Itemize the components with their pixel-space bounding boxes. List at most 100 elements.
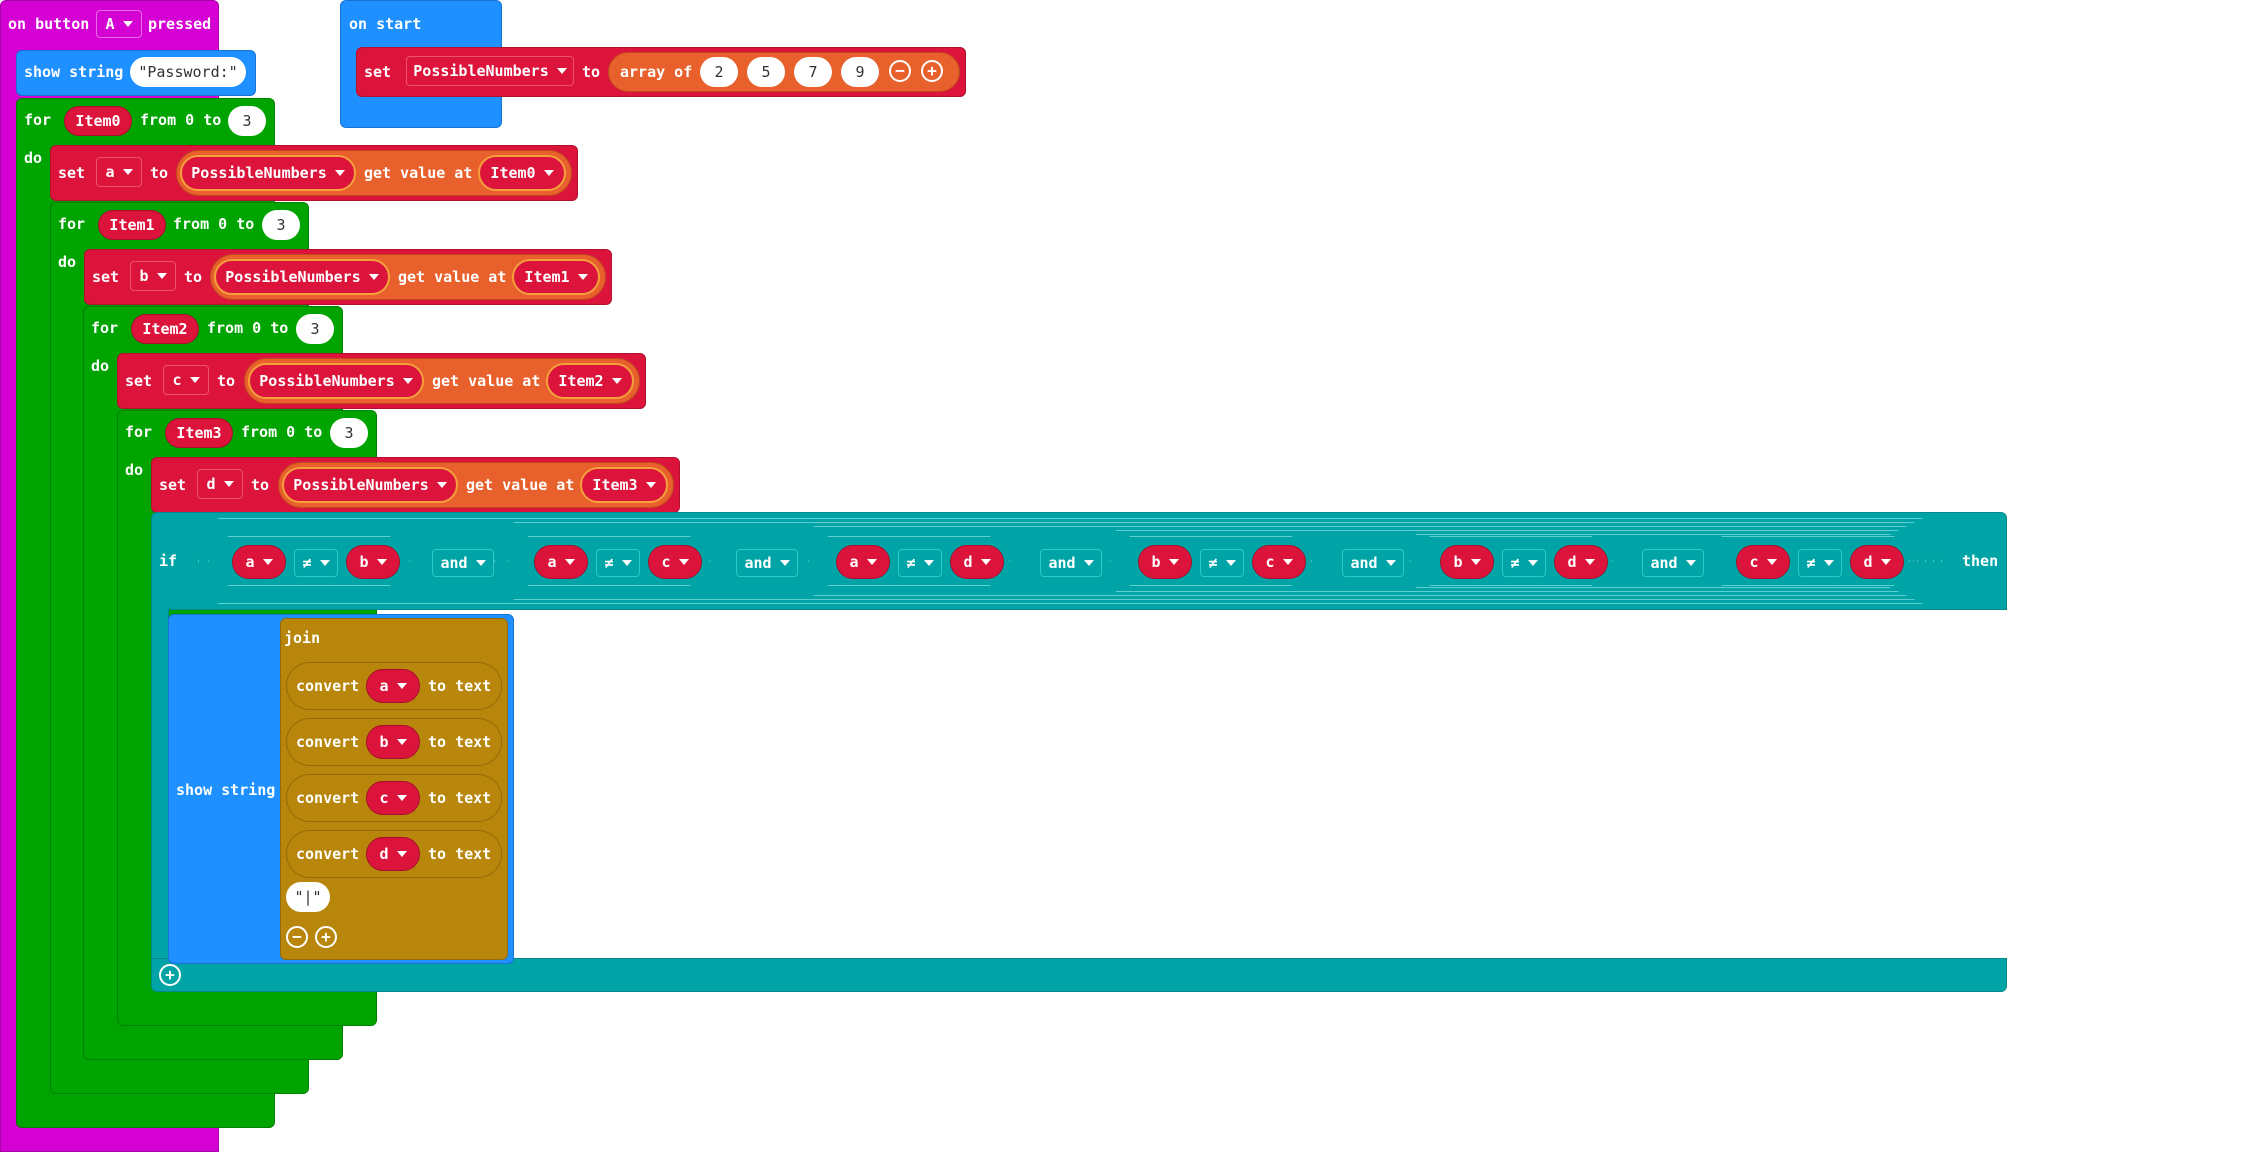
chevron-down-icon: [189, 377, 200, 383]
left-variable[interactable]: a: [232, 545, 286, 579]
chevron-down-icon: [436, 482, 447, 488]
chevron-down-icon: [262, 559, 273, 565]
chevron-down-icon: [866, 559, 877, 565]
right-variable[interactable]: b: [346, 545, 400, 579]
left-variable[interactable]: b: [1138, 545, 1192, 579]
set-label: set: [125, 372, 153, 390]
array-variable-dropdown[interactable]: PossibleNumbers: [180, 155, 356, 191]
array-of-label: array of: [620, 63, 693, 81]
chevron-down-icon: [1470, 559, 1481, 565]
convert-label: convert: [296, 845, 360, 863]
chevron-down-icon: [122, 169, 133, 175]
convert-variable[interactable]: c: [366, 781, 420, 815]
array-variable-dropdown[interactable]: PossibleNumbers: [214, 259, 390, 295]
chevron-down-icon: [1527, 560, 1538, 566]
operator-dropdown[interactable]: ≠: [1502, 549, 1546, 577]
loop-end-input[interactable]: 3: [262, 210, 300, 240]
array-value-input[interactable]: 5: [747, 57, 785, 87]
loop-variable[interactable]: Item1: [98, 210, 166, 240]
loop-end-input[interactable]: 3: [330, 418, 368, 448]
convert-variable[interactable]: b: [366, 725, 420, 759]
chevron-down-icon: [678, 559, 689, 565]
add-join-item-button[interactable]: +: [315, 926, 337, 948]
set-label: set: [58, 164, 86, 182]
left-variable[interactable]: a: [836, 545, 890, 579]
join-label: join: [284, 629, 321, 647]
separator-string-input[interactable]: "|": [286, 882, 330, 912]
chevron-down-icon: [645, 482, 656, 488]
chevron-down-icon: [543, 170, 554, 176]
add-array-item-button[interactable]: +: [921, 60, 943, 82]
minus-icon: −: [895, 61, 905, 80]
loop-variable[interactable]: Item3: [165, 418, 233, 448]
to-label: to: [251, 476, 270, 494]
to-text-label: to text: [428, 845, 492, 863]
left-variable[interactable]: a: [534, 545, 588, 579]
plus-icon: +: [927, 61, 937, 80]
show-string-label: show string: [176, 781, 276, 799]
index-variable-dropdown[interactable]: Item1: [512, 259, 600, 295]
right-variable[interactable]: d: [1554, 545, 1608, 579]
on-start-label: on start: [349, 15, 422, 33]
get-value-label: get value at: [364, 164, 473, 182]
loop-end-input[interactable]: 3: [228, 106, 266, 136]
and-dropdown[interactable]: and: [1040, 549, 1102, 577]
convert-variable[interactable]: d: [366, 837, 420, 871]
chevron-down-icon: [156, 273, 167, 279]
get-value-label: get value at: [466, 476, 575, 494]
convert-label: convert: [296, 789, 360, 807]
remove-array-item-button[interactable]: −: [889, 60, 911, 82]
operator-dropdown[interactable]: ≠: [1798, 549, 1842, 577]
array-value-input[interactable]: 9: [841, 57, 879, 87]
do-label: do: [91, 357, 110, 375]
to-label: to: [150, 164, 169, 182]
variable-dropdown[interactable]: d: [197, 469, 243, 499]
loop-end-input[interactable]: 3: [296, 314, 334, 344]
array-variable-dropdown[interactable]: PossibleNumbers: [248, 363, 424, 399]
left-variable[interactable]: b: [1440, 545, 1494, 579]
password-string-input[interactable]: "Password:": [130, 57, 246, 87]
array-variable-dropdown[interactable]: PossibleNumbers: [282, 467, 458, 503]
operator-dropdown[interactable]: ≠: [898, 549, 942, 577]
array-value-input[interactable]: 7: [794, 57, 832, 87]
variable-dropdown[interactable]: c: [163, 365, 209, 395]
remove-join-item-button[interactable]: −: [286, 926, 308, 948]
array-variable-dropdown[interactable]: PossibleNumbers: [406, 56, 574, 86]
button-dropdown[interactable]: A: [96, 10, 142, 38]
loop-variable[interactable]: Item0: [64, 106, 132, 136]
chevron-down-icon: [122, 21, 133, 27]
variable-dropdown[interactable]: a: [96, 157, 142, 187]
and-dropdown[interactable]: and: [1342, 549, 1404, 577]
right-variable[interactable]: d: [1850, 545, 1904, 579]
operator-dropdown[interactable]: ≠: [1200, 549, 1244, 577]
right-variable[interactable]: c: [1252, 545, 1306, 579]
loop-variable[interactable]: Item2: [131, 314, 199, 344]
index-variable-dropdown[interactable]: Item3: [580, 467, 668, 503]
left-variable[interactable]: c: [1736, 545, 1790, 579]
add-else-button[interactable]: +: [159, 964, 181, 986]
operator-dropdown[interactable]: ≠: [294, 549, 338, 577]
index-variable-dropdown[interactable]: Item0: [478, 155, 566, 191]
chevron-down-icon: [396, 851, 407, 857]
right-variable[interactable]: c: [648, 545, 702, 579]
to-text-label: to text: [428, 677, 492, 695]
and-dropdown[interactable]: and: [1642, 549, 1704, 577]
chevron-down-icon: [980, 559, 991, 565]
array-value-input[interactable]: 2: [700, 57, 738, 87]
set-label: set: [364, 63, 392, 81]
from-label: from 0 to: [173, 215, 255, 233]
convert-variable[interactable]: a: [366, 669, 420, 703]
index-variable-dropdown[interactable]: Item2: [546, 363, 634, 399]
right-variable[interactable]: d: [950, 545, 1004, 579]
to-label: to: [184, 268, 203, 286]
variable-dropdown[interactable]: b: [130, 261, 176, 291]
operator-dropdown[interactable]: ≠: [596, 549, 640, 577]
and-dropdown[interactable]: and: [736, 549, 798, 577]
chevron-down-icon: [475, 560, 486, 566]
for-label: for: [91, 319, 119, 337]
chevron-down-icon: [1685, 560, 1696, 566]
chevron-down-icon: [319, 560, 330, 566]
show-string-label: show string: [24, 63, 124, 81]
chevron-down-icon: [396, 795, 407, 801]
and-dropdown[interactable]: and: [432, 549, 494, 577]
